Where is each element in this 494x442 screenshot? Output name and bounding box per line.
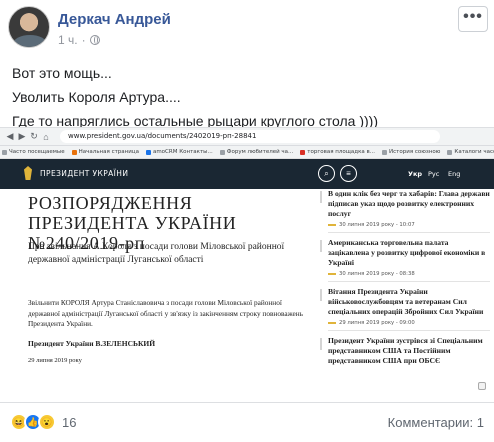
news-title: В один клік без черг та хабарів: Глава д…	[328, 189, 490, 218]
bookmark-label: Начальная страница	[78, 149, 139, 155]
post-meta: 1 ч. ·	[58, 33, 100, 47]
bookmark-favicon-icon	[145, 149, 151, 155]
separator-dot: ·	[81, 33, 86, 47]
menu-icon: ≡	[340, 165, 357, 182]
lang-eng: Eng	[448, 170, 461, 178]
bookmark-label: amoCRM Контакты...	[152, 149, 213, 155]
reload-icon: ↻	[30, 131, 38, 141]
back-arrow-icon: ◀	[6, 131, 14, 141]
news-item: Американська торговельна палата зацікавл…	[318, 238, 490, 282]
bookmark-item: amoCRM Контакты...	[145, 149, 213, 155]
page-body: РОЗПОРЯДЖЕННЯ ПРЕЗИДЕНТА УКРАЇНИ №240/20…	[0, 189, 494, 402]
post-image[interactable]: ◀ ▶ ↻ ⌂ www.president.gov.ua/documents/2…	[0, 127, 494, 403]
news-title: Президент України зустрівся зі Спеціальн…	[328, 336, 483, 365]
news-item: В один клік без черг та хабарів: Глава д…	[318, 189, 490, 233]
url-bar: www.president.gov.ua/documents/2402019-р…	[60, 130, 440, 143]
news-date-text: 29 липня 2019 року - 09:00	[339, 320, 415, 326]
avatar-image	[13, 35, 47, 47]
bookmark-item: Форум любителей ча...	[219, 149, 294, 155]
post-header: Деркач Андрей 1 ч. · •••	[0, 0, 494, 56]
news-date: 30 липня 2019 року - 10:07	[328, 222, 490, 233]
news-item: Вітання Президента України військовослуж…	[318, 287, 490, 331]
bookmark-item: торговая площадка в...	[300, 149, 375, 155]
author-name[interactable]: Деркач Андрей	[58, 11, 171, 28]
site-title: ПРЕЗИДЕНТ УКРАЇНИ	[40, 169, 129, 178]
bookmark-favicon-icon	[219, 149, 225, 155]
bookmark-item: История союзною	[382, 149, 440, 155]
lang-rus: Рус	[428, 170, 440, 178]
wow-reaction-icon: 😮	[38, 413, 56, 431]
coat-of-arms-icon	[24, 166, 32, 180]
bookmark-favicon-icon	[382, 149, 388, 155]
home-icon: ⌂	[43, 131, 49, 142]
bookmark-label: Каталоги часов СССР...	[454, 149, 494, 155]
document-date: 29 липня 2019 року	[28, 357, 82, 364]
browser-toolbar: ◀ ▶ ↻ ⌂ www.president.gov.ua/documents/2…	[0, 128, 494, 146]
post-text: Вот это мощь... Уволить Короля Артура...…	[12, 62, 482, 134]
bookmark-favicon-icon	[2, 149, 7, 155]
avatar[interactable]	[8, 6, 50, 48]
news-date: 30 липня 2019 року - 08:38	[328, 271, 490, 282]
lang-ukr: Укр	[408, 170, 423, 178]
bookmark-favicon-icon	[300, 149, 306, 155]
bookmark-label: Часто посещаемые	[9, 149, 65, 155]
scroll-up-button	[478, 382, 486, 390]
document-subtitle: Про звільнення А.Короля з посади голови …	[28, 242, 285, 265]
search-icon: ⌕	[318, 165, 335, 182]
bookmark-label: торговая площадка в...	[307, 149, 376, 155]
news-title: Вітання Президента України військовослуж…	[328, 287, 484, 316]
bookmark-favicon-icon	[447, 149, 453, 155]
date-marker	[328, 224, 336, 226]
forward-arrow-icon: ▶	[18, 131, 26, 141]
news-title: Американська торговельна палата зацікавл…	[328, 238, 486, 267]
bookmark-item: Каталоги часов СССР...	[447, 149, 494, 155]
bookmark-item: Часто посещаемые	[2, 149, 65, 155]
reaction-count[interactable]: 16	[62, 415, 76, 430]
site-header: ПРЕЗИДЕНТ УКРАЇНИ ⌕ ≡ Укр Рус Eng	[0, 159, 494, 189]
news-date-text: 30 липня 2019 року - 10:07	[339, 222, 415, 228]
date-marker	[328, 322, 336, 324]
document-signature: Президент України В.ЗЕЛЕНСЬКИЙ	[28, 339, 156, 348]
bookmarks-bar: Часто посещаемые Начальная страница amoCRM…	[0, 146, 494, 159]
bookmark-label: Форум любителей ча...	[226, 149, 294, 155]
post-line: Уволить Короля Артура....	[12, 89, 181, 105]
reactions-summary[interactable]: 😆 👍 😮 16	[10, 413, 76, 431]
news-item: Президент України зустрівся зі Спеціальн…	[318, 336, 490, 366]
more-options-button[interactable]: •••	[458, 6, 488, 32]
bookmark-label: История союзною	[389, 149, 441, 155]
post-time[interactable]: 1 ч.	[58, 33, 78, 47]
news-date-text: 30 липня 2019 року - 08:38	[339, 271, 415, 277]
post-footer: 😆 👍 😮 16 Комментарии: 1	[0, 403, 494, 442]
comments-count-link[interactable]: Комментарии: 1	[388, 415, 484, 430]
news-column: В один клік без черг та хабарів: Глава д…	[318, 189, 490, 402]
date-marker	[328, 273, 336, 275]
document-body: Звільнити КОРОЛЯ Артура Станіславовича з…	[28, 298, 303, 328]
post-line: Вот это мощь...	[12, 65, 112, 81]
bookmark-item: Начальная страница	[71, 149, 139, 155]
globe-icon[interactable]	[89, 35, 100, 45]
news-date: 29 липня 2019 року - 09:00	[328, 320, 490, 331]
bookmark-favicon-icon	[71, 149, 77, 155]
